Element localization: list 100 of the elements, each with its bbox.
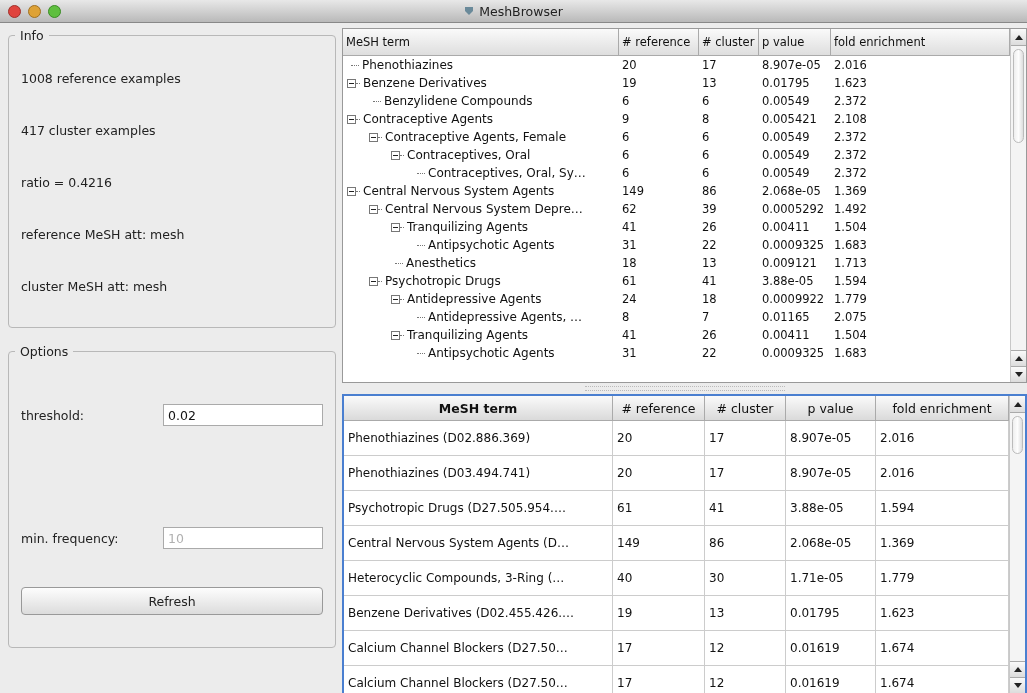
column-header[interactable]: p value	[786, 396, 876, 420]
collapse-icon[interactable]	[391, 222, 400, 232]
column-header[interactable]: # cluster	[705, 396, 786, 420]
tree-node[interactable]: Tranquilizing Agents	[407, 328, 529, 342]
info-text: ratio = 0.4216	[21, 175, 113, 190]
column-header[interactable]: MeSH term	[343, 29, 619, 55]
table-cell-text: 17	[701, 58, 718, 72]
table-cell-text: 41	[621, 220, 638, 234]
table-cell-text: 0.00549	[761, 94, 811, 108]
table-cell-text: 9	[621, 112, 631, 126]
table-cell: 8.907e-05	[786, 456, 876, 490]
table-cell-text: 18	[621, 256, 638, 270]
table-cell: 40	[613, 561, 705, 595]
table-cell: 1.71e-05	[786, 561, 876, 595]
collapse-icon[interactable]	[391, 294, 400, 304]
collapse-icon[interactable]	[347, 78, 356, 88]
table-cell: 12	[705, 631, 786, 665]
collapse-icon[interactable]	[369, 132, 378, 142]
table-cell: 3.88e-05	[786, 491, 876, 525]
scroll-up-button[interactable]	[1011, 29, 1026, 46]
collapse-icon[interactable]	[369, 204, 378, 214]
up-arrow-icon	[1014, 356, 1023, 361]
tree-node[interactable]: Contraceptives, Oral	[407, 148, 531, 162]
field-label: threshold:	[21, 407, 86, 423]
table-cell-text: 2.108	[833, 112, 868, 126]
tree-node[interactable]: Contraceptive Agents, Female	[385, 130, 567, 144]
column-header[interactable]: # cluster	[699, 29, 759, 55]
scroll-up-button[interactable]	[1010, 396, 1025, 413]
table-cell-text: 0.0009325	[761, 346, 826, 360]
table-cell-text: 39	[701, 202, 718, 216]
tree-node[interactable]: Contraceptive Agents	[363, 112, 494, 126]
table-cell-text: 0.0009922	[761, 292, 826, 306]
table-cell-text: 0.005421	[761, 112, 818, 126]
table-cell: 0.01619	[786, 631, 876, 665]
collapse-icon[interactable]	[391, 330, 400, 340]
table-cell: 19	[613, 596, 705, 630]
info-text: 417 cluster examples	[21, 123, 157, 138]
table-cell-text: 22	[701, 346, 718, 360]
column-header[interactable]: # reference	[619, 29, 699, 55]
table-cell-text: 0.00411	[761, 220, 811, 234]
tree-node[interactable]: Contraceptives, Oral, Sy…	[428, 166, 586, 180]
table-cell-text: 19	[621, 76, 638, 90]
table-cell-text: 0.00549	[761, 166, 811, 180]
tree-node[interactable]: Benzylidene Compounds	[384, 94, 533, 108]
table-cell-text: 1.779	[833, 292, 868, 306]
table-cell: 17	[613, 666, 705, 693]
table-cell-text: 1.369	[833, 184, 868, 198]
tree-node[interactable]: Antipsychotic Agents	[428, 346, 555, 360]
table-cell-text: 26	[701, 220, 718, 234]
table-cell-text: 8	[621, 310, 631, 324]
tree-node[interactable]: Central Nervous System Agents	[363, 184, 555, 198]
collapse-icon[interactable]	[347, 114, 356, 124]
input-field[interactable]: 0.02	[163, 404, 323, 426]
column-header[interactable]: p value	[759, 29, 831, 55]
zoom-button[interactable]	[48, 4, 61, 18]
table-cell-text: 2.075	[833, 310, 868, 324]
tree-node[interactable]: Benzene Derivatives	[363, 76, 487, 90]
collapse-icon[interactable]	[347, 186, 356, 196]
table-cell-text: 0.00411	[761, 328, 811, 342]
down-arrow-icon	[1014, 372, 1023, 377]
tree-node[interactable]: Antidepressive Agents, …	[428, 310, 583, 324]
tree-node[interactable]: Anesthetics	[406, 256, 477, 270]
close-button[interactable]	[8, 4, 21, 18]
tree-node[interactable]: Psychotropic Drugs	[385, 274, 501, 288]
table-cell: 41	[705, 491, 786, 525]
table-cell-text: 61	[621, 274, 638, 288]
scrollbar-thumb[interactable]	[1013, 49, 1024, 143]
tree-node[interactable]: Antidepressive Agents	[407, 292, 542, 306]
table-cell-text: 7	[701, 310, 711, 324]
table-cell-text: 13	[701, 256, 718, 270]
scrollbar-thumb[interactable]	[1012, 416, 1023, 454]
splitter-handle[interactable]	[584, 386, 785, 391]
table-cell-text: 31	[621, 238, 638, 252]
table-cell-text: 1.492	[833, 202, 868, 216]
column-header[interactable]: # reference	[613, 396, 705, 420]
table-cell-text: 2.372	[833, 166, 868, 180]
scroll-down-button[interactable]	[1011, 366, 1026, 382]
table-cell-text: 8.907e-05	[761, 58, 822, 72]
table-cell-text: 62	[621, 202, 638, 216]
collapse-icon[interactable]	[391, 150, 400, 160]
column-header[interactable]: MeSH term	[344, 396, 613, 420]
table-cell-text: 1.623	[833, 76, 868, 90]
scroll-up-button[interactable]	[1010, 661, 1025, 677]
tree-node[interactable]: Antipsychotic Agents	[428, 238, 555, 252]
tree-node[interactable]: Central Nervous System Depre…	[385, 202, 583, 216]
scroll-up-button[interactable]	[1011, 350, 1026, 366]
minimize-button[interactable]	[28, 4, 41, 18]
scroll-down-button[interactable]	[1010, 677, 1025, 693]
table-cell-text: 3.88e-05	[761, 274, 815, 288]
table-cell-text: 0.01795	[761, 76, 811, 90]
info-text: cluster MeSH att: mesh	[21, 279, 169, 294]
tree-node[interactable]: Phenothiazines	[362, 58, 454, 72]
table-cell: 17	[705, 421, 786, 455]
down-arrow-icon	[1013, 683, 1022, 688]
table-cell: 13	[705, 596, 786, 630]
collapse-icon[interactable]	[369, 276, 378, 286]
refresh-button[interactable]: Refresh	[21, 587, 323, 615]
table-cell-text: 6	[621, 130, 631, 144]
tree-node[interactable]: Tranquilizing Agents	[407, 220, 529, 234]
table-cell-text: 13	[701, 76, 718, 90]
